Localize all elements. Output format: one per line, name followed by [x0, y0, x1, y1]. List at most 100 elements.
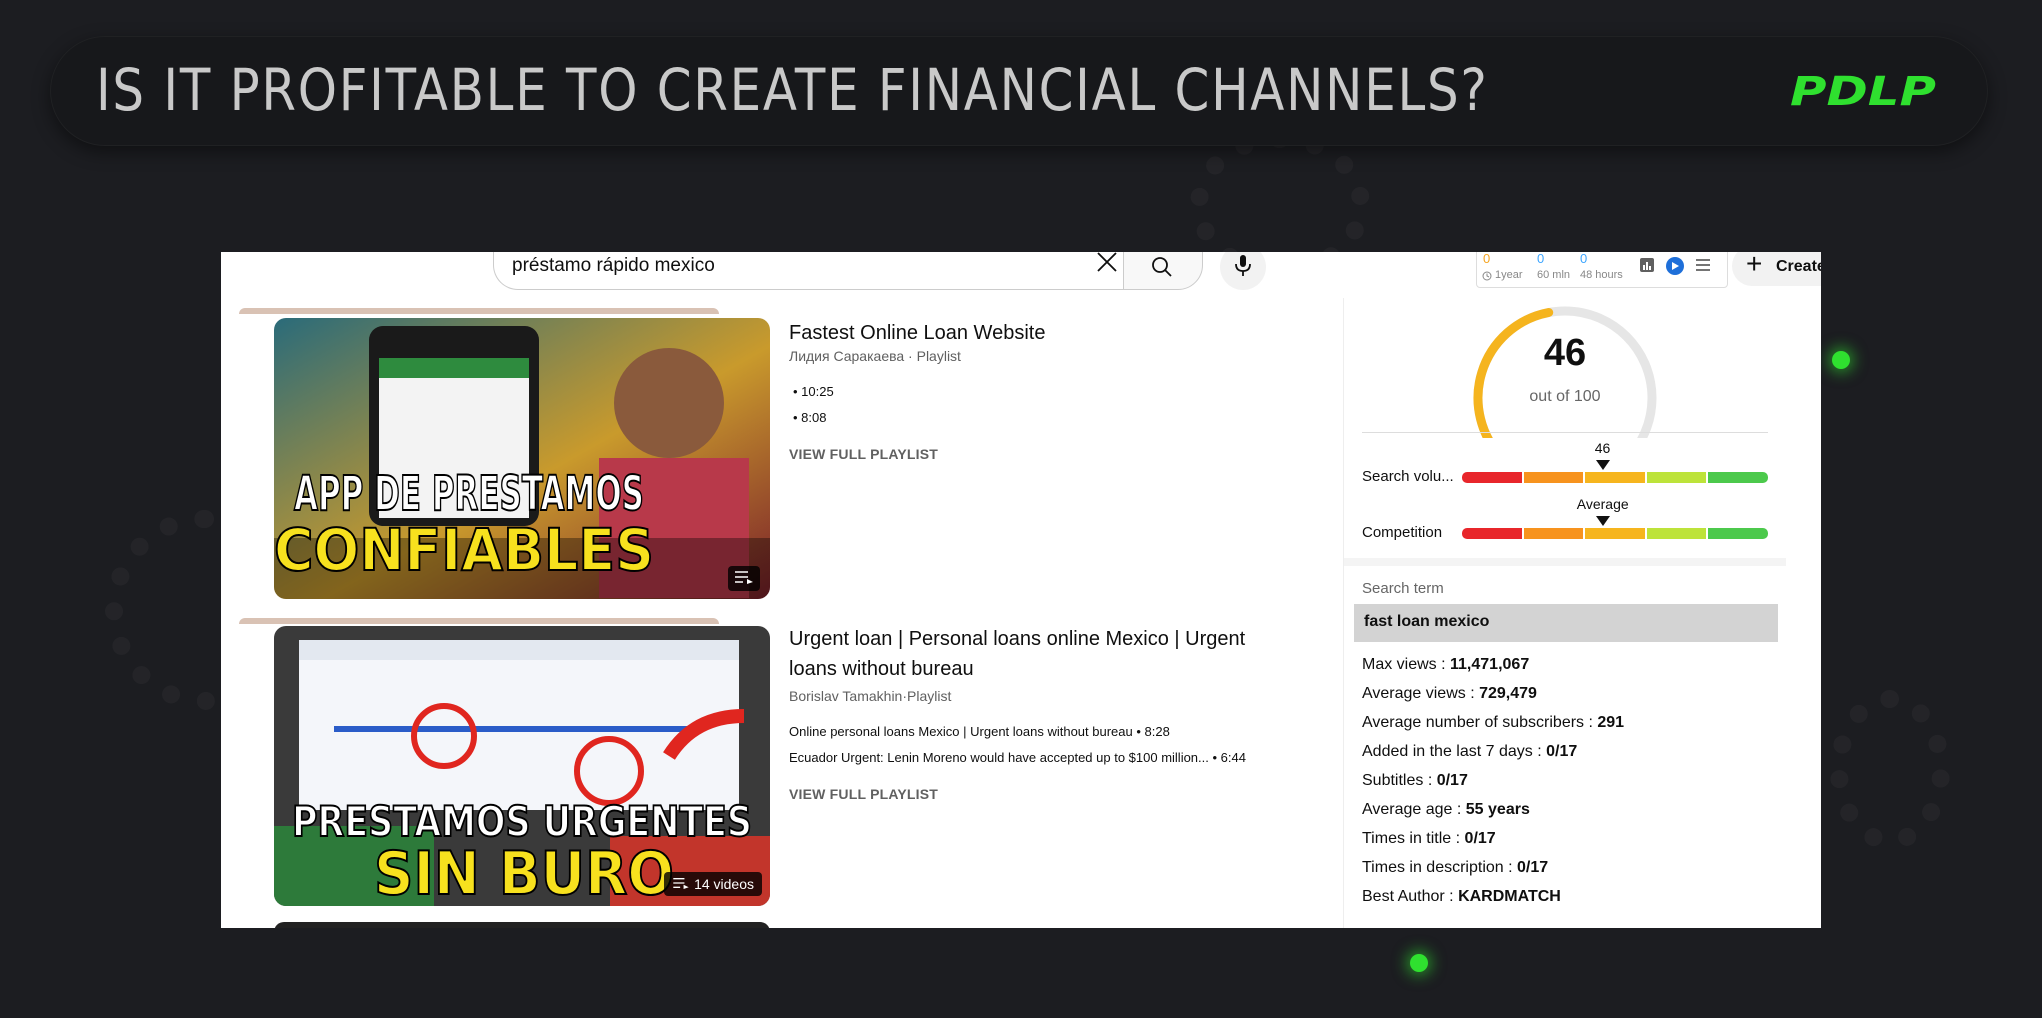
competition-row: Competition [1362, 522, 1768, 546]
menu-icon[interactable] [1695, 258, 1711, 272]
thumbnail-text-bottom: CONFIABLES [274, 516, 654, 584]
stat-value: 0/17 [1436, 772, 1468, 789]
stat-label: Times in title : [1362, 830, 1465, 847]
score-subtitle: out of 100 [1529, 388, 1601, 405]
page-title: IS IT PROFITABLE TO CREATE FINANCIAL CHA… [96, 56, 1489, 124]
competition-value: Average [1576, 496, 1629, 512]
stat-1year-value: 0 [1483, 252, 1491, 266]
stat-label: Average number of subscribers : [1362, 714, 1598, 731]
bar-segment [1462, 472, 1522, 483]
bar-segment [1585, 528, 1645, 539]
bar-segment [1462, 528, 1522, 539]
view-full-playlist-link[interactable]: VIEW FULL PLAYLIST [789, 446, 938, 462]
stat-48hours-label: 48 hours [1580, 269, 1623, 281]
keyword-stat-row: Average views : 729,479 [1362, 685, 1537, 703]
video-count: 14 videos [694, 876, 754, 892]
stat-value: 0/17 [1546, 743, 1578, 760]
video-author[interactable]: Лидия Саракаева · Playlist [789, 348, 961, 364]
thumbnail-text-bottom: SIN BURO [374, 839, 674, 906]
search-icon [1152, 257, 1172, 277]
stat-value: 291 [1597, 714, 1625, 731]
clock-icon [1482, 271, 1492, 281]
stat-label: Added in the last 7 days : [1362, 743, 1547, 760]
bar-segment [1708, 472, 1768, 483]
stat-label: Average age : [1362, 801, 1466, 818]
keyword-stat-row: Best Author : KARDMATCH [1362, 888, 1561, 906]
keyword-stat-row: Average number of subscribers : 291 [1362, 714, 1624, 732]
keyword-stat-row: Average age : 55 years [1362, 801, 1530, 819]
search-term-label: Search term [1362, 580, 1444, 597]
seo-extension-toolbar: 0 1year 0 60 mln 0 48 hours [1476, 252, 1728, 288]
stat-value: 0/17 [1464, 830, 1496, 847]
playlist-item[interactable]: • 10:25 [793, 384, 834, 399]
playlist-badge [728, 566, 760, 591]
playlist-stack-edge [239, 618, 719, 624]
bar-segment [1585, 472, 1645, 483]
stat-1year-label: 1year [1495, 269, 1523, 281]
extension-logo-icon[interactable] [1665, 256, 1685, 276]
stat-48hours-value: 0 [1580, 252, 1588, 266]
search-term-value[interactable]: fast loan mexico [1354, 604, 1778, 642]
stat-value: 0/17 [1517, 859, 1549, 876]
video-title[interactable]: Urgent loan | Personal loans online Mexi… [789, 624, 1289, 684]
playlist-item[interactable]: Ecuador Urgent: Lenin Moreno would have … [789, 750, 1246, 765]
background-ring-decoration [1830, 690, 1950, 850]
keyword-stat-row: Times in description : 0/17 [1362, 859, 1548, 877]
thumbnail-image: APP DE PRESTAMOS CONFIABLES [274, 318, 770, 599]
stat-60mln-value: 0 [1537, 252, 1545, 266]
search-volume-row: Search volu... [1362, 466, 1768, 490]
microphone-icon [1235, 255, 1251, 276]
competition-bar [1462, 528, 1768, 539]
stat-label: Max views : [1362, 656, 1451, 673]
youtube-screenshot: préstamo rápido mexico 0 1year 0 60 mln [221, 252, 1821, 928]
view-full-playlist-link[interactable]: VIEW FULL PLAYLIST [789, 786, 938, 802]
voice-search-button[interactable] [1220, 252, 1266, 290]
playlist-item[interactable]: Online personal loans Mexico | Urgent lo… [789, 724, 1170, 739]
search-volume-label: Search volu... [1362, 468, 1454, 485]
top-bar: préstamo rápido mexico 0 1year 0 60 mln [221, 252, 1821, 298]
search-input[interactable]: préstamo rápido mexico [493, 252, 1123, 290]
search-button[interactable] [1123, 252, 1203, 290]
search-volume-value: 46 [1594, 440, 1611, 456]
video-thumbnail[interactable]: PRESTAMOS URGENTES SIN BURO 14 videos [274, 626, 770, 906]
logo-text: PDLP [1790, 72, 1936, 110]
playlist-icon [735, 571, 753, 584]
thumbnail-text-top: APP DE PRESTAMOS [294, 466, 644, 522]
stat-value: 55 years [1465, 801, 1530, 818]
video-author[interactable]: Borislav Tamakhin·Playlist [789, 688, 951, 704]
pdlp-logo: PDLP [1790, 72, 1936, 110]
playlist-count-badge: 14 videos [664, 872, 762, 896]
bar-segment [1708, 528, 1768, 539]
keyword-analysis-panel: 46 out of 100 46 Search volu... Average … [1343, 298, 1786, 928]
video-title[interactable]: Fastest Online Loan Website [789, 318, 1269, 348]
close-icon[interactable] [1094, 252, 1120, 275]
section-divider [1344, 558, 1786, 566]
create-button-label: Create [1776, 258, 1821, 275]
stat-value: 11,471,067 [1450, 656, 1530, 673]
stat-value: 729,479 [1479, 685, 1537, 702]
competition-label: Competition [1362, 524, 1443, 541]
create-button[interactable]: + Create [1732, 252, 1821, 286]
score-gauge: 46 out of 100 [1344, 298, 1786, 438]
green-dot-decoration [1410, 954, 1428, 972]
next-thumbnail-edge [274, 922, 770, 928]
score-value: 46 [1543, 332, 1587, 374]
plus-icon: + [1746, 252, 1763, 279]
bar-segment [1646, 528, 1707, 539]
stat-label: Best Author : [1362, 888, 1459, 905]
stat-60mln-label: 60 mln [1537, 269, 1571, 281]
header-banner: IS IT PROFITABLE TO CREATE FINANCIAL CHA… [50, 36, 1988, 146]
playlist-stack-edge [239, 308, 719, 314]
bar-segment [1646, 472, 1707, 483]
video-thumbnail[interactable]: APP DE PRESTAMOS CONFIABLES [274, 318, 770, 599]
stat-label: Times in description : [1362, 859, 1518, 876]
keyword-stat-row: Subtitles : 0/17 [1362, 772, 1468, 790]
playlist-item[interactable]: • 8:08 [793, 410, 826, 425]
bar-segment [1523, 528, 1584, 539]
keyword-stat-row: Added in the last 7 days : 0/17 [1362, 743, 1577, 761]
search-volume-bar [1462, 472, 1768, 483]
thumbnail-image: PRESTAMOS URGENTES SIN BURO [274, 626, 770, 906]
chart-icon[interactable] [1639, 257, 1655, 273]
keyword-stat-row: Max views : 11,471,067 [1362, 656, 1529, 674]
stat-value: KARDMATCH [1458, 888, 1561, 905]
